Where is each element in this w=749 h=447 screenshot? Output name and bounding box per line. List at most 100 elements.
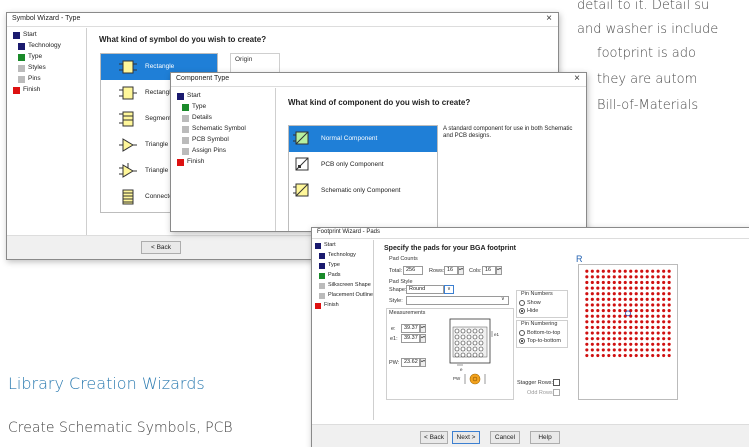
step-label: Placement Outline (328, 292, 373, 298)
list-item-schematic-only-component[interactable]: Schematic only Component (289, 178, 437, 204)
bga-pad (645, 275, 649, 279)
bga-pad (651, 325, 655, 329)
bga-pad (612, 286, 616, 290)
bga-pad (607, 292, 611, 296)
rows-stepper[interactable]: ▴▾ (458, 266, 464, 275)
bga-pad (634, 320, 638, 324)
bga-pad (590, 314, 594, 318)
list-item-normal-component[interactable]: Normal Component (289, 126, 437, 152)
bga-pad (596, 314, 600, 318)
style-select[interactable] (406, 296, 509, 305)
bga-pad (590, 309, 594, 313)
bga-pad (667, 297, 671, 301)
bga-pad (662, 314, 666, 318)
bga-pad (629, 348, 633, 352)
bga-pad (651, 280, 655, 285)
show-radio[interactable] (519, 300, 525, 306)
step-start: Start (177, 92, 275, 103)
pw-stepper[interactable]: ▴▾ (420, 358, 426, 367)
component-type-steps: Start Type Details Schematic Symbol PCB … (171, 88, 276, 231)
bga-pad (662, 275, 666, 279)
bga-pad (656, 314, 660, 318)
bga-pad (618, 280, 622, 285)
help-button[interactable]: Help (530, 431, 560, 444)
chevron-down-icon[interactable]: ∨ (501, 296, 505, 302)
bga-pad (667, 314, 671, 318)
bga-pad (651, 269, 655, 273)
bga-pad (667, 320, 671, 324)
bga-pad (607, 280, 611, 285)
bga-pad (629, 269, 633, 273)
step-schematic-icon (182, 126, 189, 133)
component-type-list[interactable]: Normal Component PCB only Component Sche… (288, 125, 438, 231)
step-start: Start (13, 31, 86, 42)
top-to-bottom-radio[interactable] (519, 338, 525, 344)
bga-pad (629, 303, 633, 307)
bga-pad (623, 325, 627, 329)
bga-pad (662, 342, 666, 346)
close-icon[interactable]: × (574, 73, 580, 84)
step-placement-outline: Placement Outline (315, 292, 373, 302)
bga-pad (585, 331, 589, 335)
rows-field[interactable]: 16 (444, 266, 458, 275)
bga-pad (667, 275, 671, 279)
list-item-pcb-only-component[interactable]: PCB only Component (289, 152, 437, 178)
bga-pad (662, 337, 666, 341)
bga-pad (640, 348, 644, 352)
bga-pad (662, 303, 666, 307)
bga-pad (640, 292, 644, 296)
bottom-to-top-radio[interactable] (519, 330, 525, 336)
odd-rows-checkbox[interactable] (553, 389, 560, 396)
total-field[interactable]: 256 (403, 266, 423, 275)
bga-pad (640, 325, 644, 329)
shape-label: Shape: (389, 287, 407, 293)
bga-pad (629, 280, 633, 285)
bga-pad (640, 286, 644, 290)
bga-pad (590, 297, 594, 301)
bga-pad (640, 314, 644, 318)
e-stepper[interactable]: ▴▾ (420, 324, 426, 333)
bga-pad (596, 280, 600, 285)
bga-pad (607, 286, 611, 290)
e-field[interactable]: 39.37 (401, 324, 420, 333)
back-button[interactable]: < Back (420, 431, 448, 444)
bga-pad (623, 348, 627, 352)
step-finish: Finish (177, 158, 275, 169)
bga-pad (612, 331, 616, 335)
symbol-question: What kind of symbol do you wish to creat… (99, 35, 267, 44)
bga-pad (629, 331, 633, 335)
chevron-down-icon[interactable]: ∨ (444, 285, 454, 294)
odd-rows-label: Odd Rows: (527, 390, 555, 396)
bga-pad (629, 325, 633, 329)
next-button[interactable]: Next > (452, 431, 480, 444)
step-type-icon (18, 54, 25, 61)
bga-pad (645, 280, 649, 285)
cols-field[interactable]: 16 (482, 266, 496, 275)
back-button[interactable]: < Back (141, 241, 181, 254)
shape-select[interactable]: Round (406, 285, 444, 294)
step-finish: Finish (315, 302, 373, 312)
bga-pad (629, 292, 633, 296)
stagger-rows-checkbox[interactable] (553, 379, 560, 386)
bga-pad (607, 297, 611, 301)
bga-pad (590, 303, 594, 307)
rows-label: Rows: (429, 268, 445, 274)
bga-pad (651, 348, 655, 352)
e1-stepper[interactable]: ▴▾ (420, 334, 426, 343)
cancel-button[interactable]: Cancel (490, 431, 520, 444)
e1-field[interactable]: 39.37 (401, 334, 420, 343)
pw-field[interactable]: 23.62 (401, 358, 420, 367)
close-icon[interactable]: × (546, 13, 552, 24)
step-label: Assign Pins (192, 147, 226, 154)
bga-pad (623, 297, 627, 301)
bga-pad (612, 303, 616, 307)
cols-stepper[interactable]: ▴▾ (496, 266, 502, 275)
bga-pad (590, 275, 594, 279)
bga-pad (596, 275, 600, 279)
step-silkscreen-shape: Silkscreen Shape (315, 282, 373, 292)
bottom-to-top-label: Bottom-to-top (527, 330, 561, 336)
bga-pad (656, 353, 660, 358)
bga-pad (651, 342, 655, 346)
step-technology: Technology (315, 252, 373, 262)
hide-radio[interactable] (519, 308, 525, 314)
